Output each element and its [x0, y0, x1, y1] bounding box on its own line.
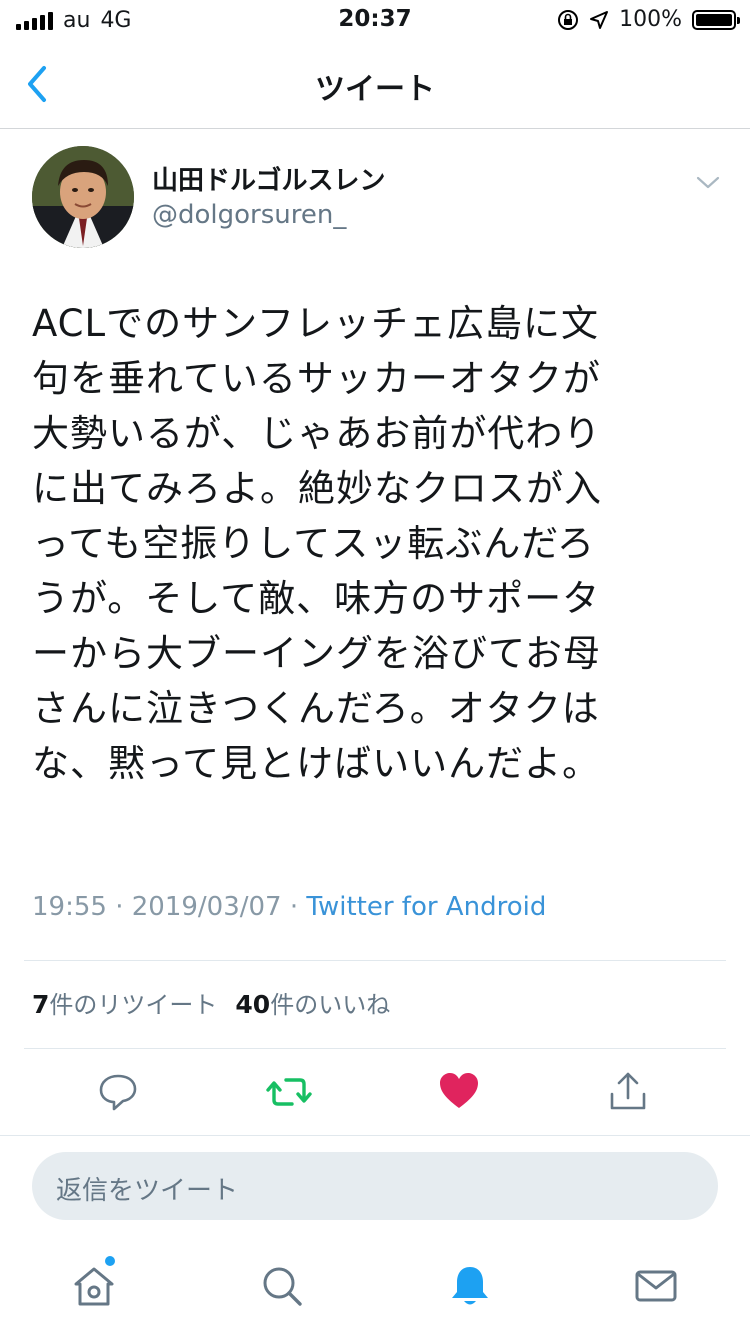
tab-messages[interactable] [632, 1262, 682, 1312]
heart-icon [440, 1073, 478, 1108]
tweet-time: 19:55 [32, 892, 107, 922]
reply-input[interactable]: 返信をツイート [32, 1152, 718, 1220]
retweet-button[interactable] [266, 1070, 312, 1114]
tweet-actions [0, 1060, 750, 1130]
bell-icon [452, 1267, 488, 1305]
reply-icon [99, 1074, 137, 1111]
battery-percent: 100% [619, 7, 682, 32]
divider [24, 1048, 726, 1049]
new-content-indicator [105, 1256, 115, 1266]
share-icon [610, 1072, 646, 1110]
share-button[interactable] [606, 1070, 650, 1114]
tweet-meta: 19:55 · 2019/03/07 · Twitter for Android [32, 892, 546, 922]
divider [24, 960, 726, 961]
retweet-count: 7 [32, 990, 50, 1019]
display-name[interactable]: 山田ドルゴルスレン [152, 160, 385, 197]
tab-search[interactable] [258, 1262, 308, 1312]
meta-separator: · [115, 892, 124, 922]
meta-separator: · [289, 892, 299, 922]
tweet-stats: 7件のリツイート 40件のいいね [32, 985, 390, 1020]
rotation-lock-icon [558, 9, 579, 30]
chevron-down-icon [696, 176, 720, 189]
reply-button[interactable] [96, 1070, 140, 1114]
search-icon [263, 1267, 302, 1306]
tweet-date: 2019/03/07 [131, 892, 282, 922]
like-label: 件のいいね [270, 991, 391, 1019]
status-bar: au 4G 20:37 100% [0, 0, 750, 40]
tab-bar [0, 1240, 750, 1334]
retweet-icon [266, 1078, 312, 1106]
tweet-source-link[interactable]: Twitter for Android [306, 892, 546, 922]
tab-home[interactable] [70, 1262, 120, 1312]
retweet-label: 件のリツイート [49, 991, 218, 1019]
like-count: 40 [235, 990, 271, 1019]
tweet-text: ACLでのサンフレッチェ広島に文 句を垂れているサッカーオタクが 大勢いるが、じ… [32, 302, 602, 785]
home-icon [74, 1267, 114, 1306]
tweet-options-button[interactable] [694, 168, 722, 196]
like-button[interactable] [438, 1070, 482, 1114]
location-icon [590, 10, 609, 29]
page-title: ツイート [315, 72, 435, 107]
divider [0, 1135, 750, 1136]
tweet-header: 山田ドルゴルスレン @dolgorsuren_ [0, 128, 750, 258]
user-handle[interactable]: @dolgorsuren_ [152, 200, 346, 230]
retweet-stat[interactable]: 7件のリツイート [32, 985, 217, 1020]
battery-icon [692, 9, 740, 30]
like-stat[interactable]: 40件のいいね [235, 985, 390, 1020]
avatar[interactable] [32, 146, 134, 248]
mail-icon [635, 1270, 677, 1302]
navigation-bar: ツイート [0, 40, 750, 129]
tab-notifications[interactable] [446, 1262, 496, 1312]
